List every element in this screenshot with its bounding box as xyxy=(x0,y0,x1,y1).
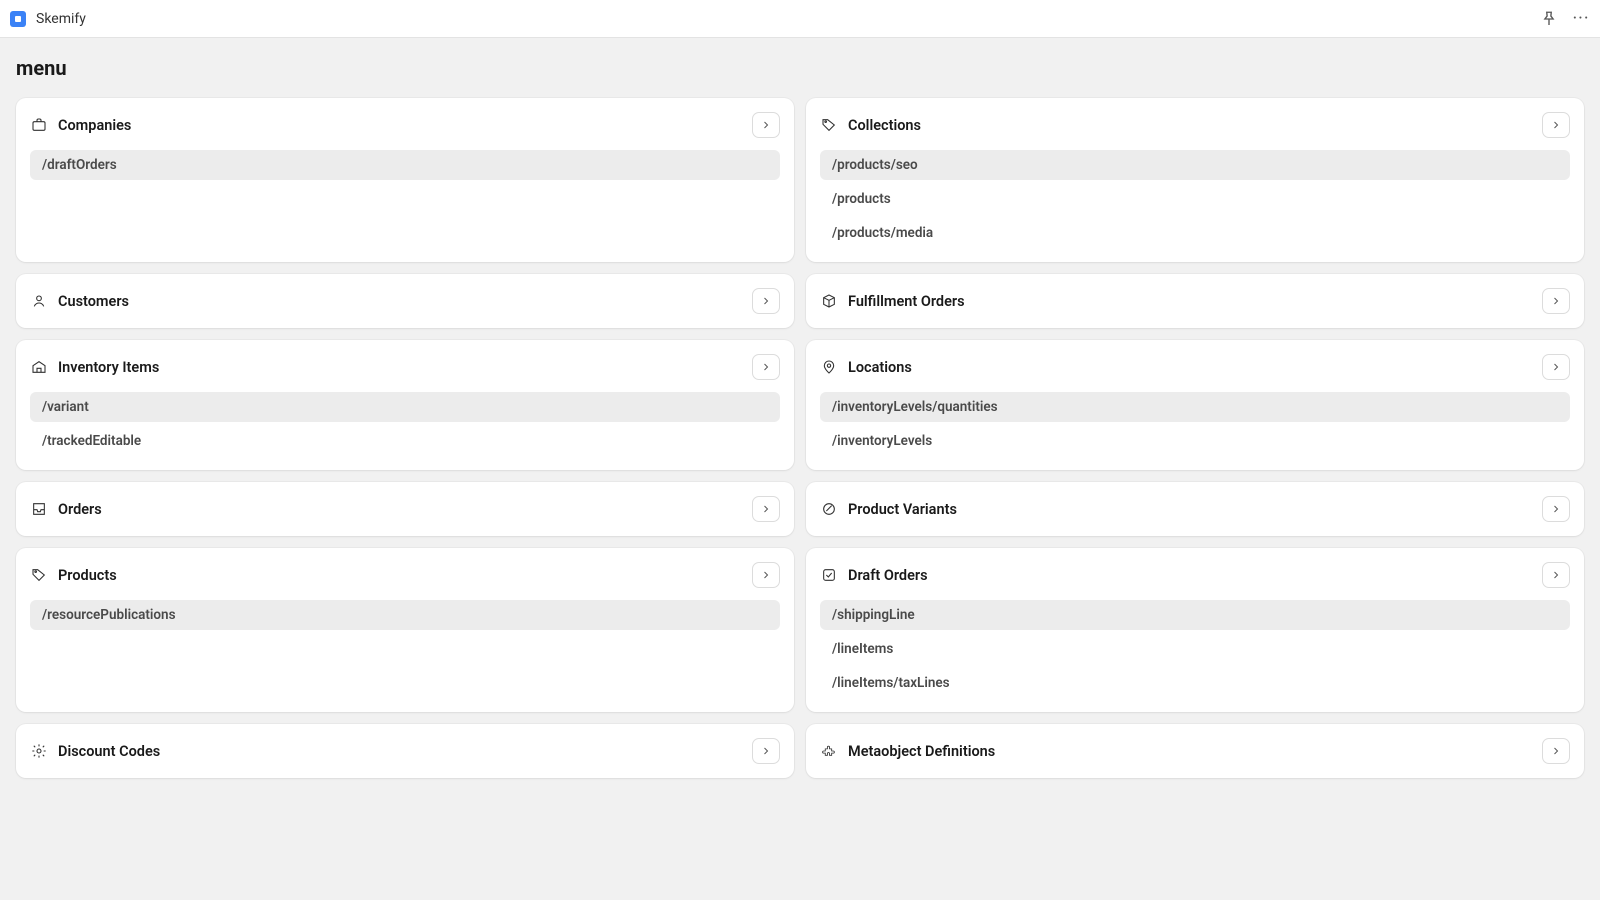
card-companies: Companies /draftOrders xyxy=(16,98,794,262)
card-draft-orders: Draft Orders /shippingLine /lineItems /l… xyxy=(806,548,1584,712)
card-customers: Customers xyxy=(16,274,794,328)
card-header: Inventory Items xyxy=(30,354,780,380)
expand-button[interactable] xyxy=(752,562,780,588)
card-title: Fulfillment Orders xyxy=(848,293,965,310)
card-body: /products/seo /products /products/media xyxy=(820,150,1570,248)
list-item[interactable]: /variant xyxy=(30,392,780,422)
card-fulfillment: Fulfillment Orders xyxy=(806,274,1584,328)
card-body: /resourcePublications xyxy=(30,600,780,630)
tag-icon xyxy=(820,116,838,134)
card-header: Metaobject Definitions xyxy=(820,738,1570,764)
expand-button[interactable] xyxy=(1542,288,1570,314)
titlebar: Skemify ··· xyxy=(0,0,1600,38)
gear-icon xyxy=(30,742,48,760)
card-header: Discount Codes xyxy=(30,738,780,764)
list-item[interactable]: /draftOrders xyxy=(30,150,780,180)
expand-button[interactable] xyxy=(752,288,780,314)
list-item[interactable]: /products xyxy=(820,184,1570,214)
list-item[interactable]: /lineItems xyxy=(820,634,1570,664)
expand-button[interactable] xyxy=(752,738,780,764)
card-header: Draft Orders xyxy=(820,562,1570,588)
expand-button[interactable] xyxy=(752,354,780,380)
card-discount-codes: Discount Codes xyxy=(16,724,794,778)
card-body: /shippingLine /lineItems /lineItems/taxL… xyxy=(820,600,1570,698)
list-item[interactable]: /products/seo xyxy=(820,150,1570,180)
card-title: Discount Codes xyxy=(58,743,160,760)
card-body: /inventoryLevels/quantities /inventoryLe… xyxy=(820,392,1570,456)
card-header: Products xyxy=(30,562,780,588)
card-body: /draftOrders xyxy=(30,150,780,180)
pin-icon[interactable] xyxy=(1540,10,1558,28)
card-title: Customers xyxy=(58,293,129,310)
variant-icon xyxy=(820,500,838,518)
card-title: Product Variants xyxy=(848,501,957,518)
card-header: Fulfillment Orders xyxy=(820,288,1570,314)
card-products: Products /resourcePublications xyxy=(16,548,794,712)
person-icon xyxy=(30,292,48,310)
card-title: Metaobject Definitions xyxy=(848,743,995,760)
location-pin-icon xyxy=(820,358,838,376)
card-body: /variant /trackedEditable xyxy=(30,392,780,456)
warehouse-icon xyxy=(30,358,48,376)
card-title: Draft Orders xyxy=(848,567,928,584)
package-icon xyxy=(820,292,838,310)
card-locations: Locations /inventoryLevels/quantities /i… xyxy=(806,340,1584,470)
card-metaobject-definitions: Metaobject Definitions xyxy=(806,724,1584,778)
inbox-icon xyxy=(30,500,48,518)
expand-button[interactable] xyxy=(1542,562,1570,588)
list-item[interactable]: /inventoryLevels/quantities xyxy=(820,392,1570,422)
list-item[interactable]: /trackedEditable xyxy=(30,426,780,456)
list-item[interactable]: /shippingLine xyxy=(820,600,1570,630)
card-title: Collections xyxy=(848,117,921,134)
puzzle-icon xyxy=(820,742,838,760)
card-header: Collections xyxy=(820,112,1570,138)
expand-button[interactable] xyxy=(752,496,780,522)
page: menu Companies /draftOrders xyxy=(0,38,1600,798)
card-title: Products xyxy=(58,567,117,584)
expand-button[interactable] xyxy=(1542,112,1570,138)
more-icon[interactable]: ··· xyxy=(1572,10,1590,28)
list-item[interactable]: /products/media xyxy=(820,218,1570,248)
expand-button[interactable] xyxy=(1542,738,1570,764)
app-badge-icon xyxy=(10,11,26,27)
card-orders: Orders xyxy=(16,482,794,536)
card-header: Companies xyxy=(30,112,780,138)
card-title: Locations xyxy=(848,359,912,376)
card-header: Customers xyxy=(30,288,780,314)
briefcase-icon xyxy=(30,116,48,134)
card-title: Orders xyxy=(58,501,102,518)
card-header: Product Variants xyxy=(820,496,1570,522)
tag-icon xyxy=(30,566,48,584)
card-title: Inventory Items xyxy=(58,359,159,376)
expand-button[interactable] xyxy=(752,112,780,138)
expand-button[interactable] xyxy=(1542,496,1570,522)
card-grid: Companies /draftOrders Collections xyxy=(16,98,1584,778)
card-product-variants: Product Variants xyxy=(806,482,1584,536)
card-inventory: Inventory Items /variant /trackedEditabl… xyxy=(16,340,794,470)
page-title: menu xyxy=(16,56,1584,80)
titlebar-left: Skemify xyxy=(10,11,86,27)
card-title: Companies xyxy=(58,117,131,134)
expand-button[interactable] xyxy=(1542,354,1570,380)
card-collections: Collections /products/seo /products /pro… xyxy=(806,98,1584,262)
list-item[interactable]: /inventoryLevels xyxy=(820,426,1570,456)
list-item[interactable]: /resourcePublications xyxy=(30,600,780,630)
card-header: Orders xyxy=(30,496,780,522)
app-name: Skemify xyxy=(36,11,86,27)
list-item[interactable]: /lineItems/taxLines xyxy=(820,668,1570,698)
titlebar-actions: ··· xyxy=(1540,10,1590,28)
edit-check-icon xyxy=(820,566,838,584)
card-header: Locations xyxy=(820,354,1570,380)
